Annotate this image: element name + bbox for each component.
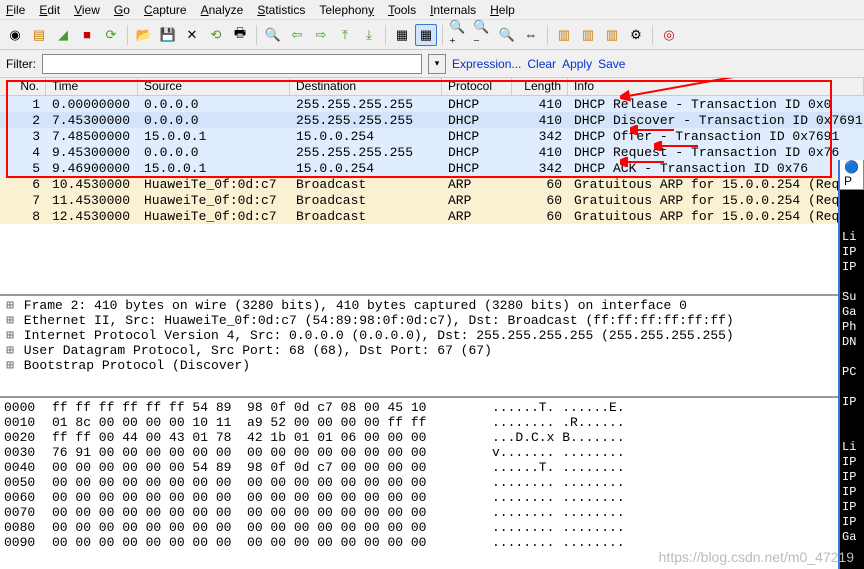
col-info[interactable]: Info: [568, 78, 864, 95]
filter-dropdown-icon[interactable]: ▾: [428, 54, 446, 74]
menu-file[interactable]: File: [6, 3, 25, 17]
packet-row[interactable]: 10.000000000.0.0.0255.255.255.255DHCP410…: [0, 96, 864, 112]
packet-row[interactable]: 37.4850000015.0.0.115.0.0.254DHCP342DHCP…: [0, 128, 864, 144]
menu-help[interactable]: Help: [490, 3, 515, 17]
menu-capture[interactable]: Capture: [144, 3, 187, 17]
menu-go[interactable]: Go: [114, 3, 130, 17]
zoom-in-icon[interactable]: 🔍⁺: [448, 24, 470, 46]
hex-row[interactable]: 0000ff ff ff ff ff ff 54 89 98 0f 0d c7 …: [0, 400, 864, 415]
packet-row[interactable]: 49.453000000.0.0.0255.255.255.255DHCP410…: [0, 144, 864, 160]
start-icon[interactable]: ◢: [52, 24, 74, 46]
jump-icon[interactable]: ⤒: [334, 24, 356, 46]
packet-list-pane[interactable]: No. Time Source Destination Protocol Len…: [0, 78, 864, 296]
packet-details-pane[interactable]: ⊞ Frame 2: 410 bytes on wire (3280 bits)…: [0, 296, 864, 398]
colorize-icon[interactable]: ▦: [391, 24, 413, 46]
col-destination[interactable]: Destination: [290, 78, 442, 95]
packet-bytes-pane[interactable]: 0000ff ff ff ff ff ff 54 89 98 0f 0d c7 …: [0, 398, 864, 562]
packet-row[interactable]: 59.4690000015.0.0.115.0.0.254DHCP342DHCP…: [0, 160, 864, 176]
detail-row[interactable]: ⊞ Ethernet II, Src: HuaweiTe_0f:0d:c7 (5…: [0, 313, 864, 328]
apply-link[interactable]: Apply: [562, 57, 592, 71]
print-icon[interactable]: 🖶: [229, 24, 251, 46]
col-source[interactable]: Source: [138, 78, 290, 95]
stop-icon[interactable]: ■: [76, 24, 98, 46]
options-icon[interactable]: ▤: [28, 24, 50, 46]
col-protocol[interactable]: Protocol: [442, 78, 512, 95]
zoom-out-icon[interactable]: 🔍⁻: [472, 24, 494, 46]
clear-link[interactable]: Clear: [527, 57, 556, 71]
hex-row[interactable]: 005000 00 00 00 00 00 00 00 00 00 00 00 …: [0, 475, 864, 490]
resize-cols-icon[interactable]: ⇔: [520, 24, 542, 46]
expression-link[interactable]: Expression...: [452, 57, 521, 71]
capture-filters-icon[interactable]: ▥: [553, 24, 575, 46]
detail-row[interactable]: ⊞ Frame 2: 410 bytes on wire (3280 bits)…: [0, 298, 864, 313]
expand-icon[interactable]: ⊞: [4, 298, 16, 313]
expand-icon[interactable]: ⊞: [4, 328, 16, 343]
col-no[interactable]: No.: [0, 78, 46, 95]
packet-row[interactable]: 27.453000000.0.0.0255.255.255.255DHCP410…: [0, 112, 864, 128]
hex-row[interactable]: 008000 00 00 00 00 00 00 00 00 00 00 00 …: [0, 520, 864, 535]
detail-row[interactable]: ⊞ Bootstrap Protocol (Discover): [0, 358, 864, 373]
close-icon[interactable]: ✕: [181, 24, 203, 46]
menu-telephony[interactable]: Telephony: [319, 3, 374, 17]
packet-row[interactable]: 610.4530000HuaweiTe_0f:0d:c7BroadcastARP…: [0, 176, 864, 192]
open-icon[interactable]: 📂: [133, 24, 155, 46]
goto-icon[interactable]: ⤓: [358, 24, 380, 46]
back-icon[interactable]: ⇦: [286, 24, 308, 46]
packet-row[interactable]: 812.4530000HuaweiTe_0f:0d:c7BroadcastARP…: [0, 208, 864, 224]
filter-label: Filter:: [6, 57, 36, 71]
menu-internals[interactable]: Internals: [430, 3, 476, 17]
col-time[interactable]: Time: [46, 78, 138, 95]
save-link[interactable]: Save: [598, 57, 625, 71]
reload-icon[interactable]: ⟲: [205, 24, 227, 46]
autoscroll-icon[interactable]: ▦: [415, 24, 437, 46]
interfaces-icon[interactable]: ◉: [4, 24, 26, 46]
filter-bar: Filter: ▾ Expression... Clear Apply Save: [0, 50, 864, 78]
coloring-rules-icon[interactable]: ▥: [601, 24, 623, 46]
col-length[interactable]: Length: [512, 78, 568, 95]
detail-row[interactable]: ⊞ User Datagram Protocol, Src Port: 68 (…: [0, 343, 864, 358]
prefs-icon[interactable]: ⚙: [625, 24, 647, 46]
hex-row[interactable]: 0020ff ff 00 44 00 43 01 78 42 1b 01 01 …: [0, 430, 864, 445]
save-icon[interactable]: 💾: [157, 24, 179, 46]
packet-row[interactable]: 711.4530000HuaweiTe_0f:0d:c7BroadcastARP…: [0, 192, 864, 208]
expand-icon[interactable]: ⊞: [4, 343, 16, 358]
menu-statistics[interactable]: Statistics: [257, 3, 305, 17]
zoom-reset-icon[interactable]: 🔍: [496, 24, 518, 46]
menu-view[interactable]: View: [74, 3, 100, 17]
detail-row[interactable]: ⊞ Internet Protocol Version 4, Src: 0.0.…: [0, 328, 864, 343]
packet-list-header: No. Time Source Destination Protocol Len…: [0, 78, 864, 96]
hex-row[interactable]: 001001 8c 00 00 00 00 10 11 a9 52 00 00 …: [0, 415, 864, 430]
hex-row[interactable]: 009000 00 00 00 00 00 00 00 00 00 00 00 …: [0, 535, 864, 550]
menu-tools[interactable]: Tools: [388, 3, 416, 17]
forward-icon[interactable]: ⇨: [310, 24, 332, 46]
menu-bar: File Edit View Go Capture Analyze Statis…: [0, 0, 864, 20]
overlapping-window: 🔵 P Li IP IP Su Ga Ph DN PC IP Li IP IP …: [838, 160, 864, 569]
overlapping-window-text: Li IP IP Su Ga Ph DN PC IP Li IP IP IP I…: [840, 160, 864, 547]
expand-icon[interactable]: ⊞: [4, 313, 16, 328]
expand-icon[interactable]: ⊞: [4, 358, 16, 373]
overlapping-window-tab[interactable]: 🔵 P: [839, 160, 864, 190]
menu-edit[interactable]: Edit: [39, 3, 60, 17]
hex-row[interactable]: 006000 00 00 00 00 00 00 00 00 00 00 00 …: [0, 490, 864, 505]
hex-row[interactable]: 004000 00 00 00 00 00 54 89 98 0f 0d c7 …: [0, 460, 864, 475]
hex-row[interactable]: 003076 91 00 00 00 00 00 00 00 00 00 00 …: [0, 445, 864, 460]
filter-input[interactable]: [42, 54, 422, 74]
toolbar: ◉ ▤ ◢ ■ ⟳ 📂 💾 ✕ ⟲ 🖶 🔍 ⇦ ⇨ ⤒ ⤓ ▦ ▦ 🔍⁺ 🔍⁻ …: [0, 20, 864, 50]
hex-row[interactable]: 007000 00 00 00 00 00 00 00 00 00 00 00 …: [0, 505, 864, 520]
help-icon[interactable]: ◎: [658, 24, 680, 46]
restart-icon[interactable]: ⟳: [100, 24, 122, 46]
display-filters-icon[interactable]: ▥: [577, 24, 599, 46]
menu-analyze[interactable]: Analyze: [201, 3, 244, 17]
find-icon[interactable]: 🔍: [262, 24, 284, 46]
